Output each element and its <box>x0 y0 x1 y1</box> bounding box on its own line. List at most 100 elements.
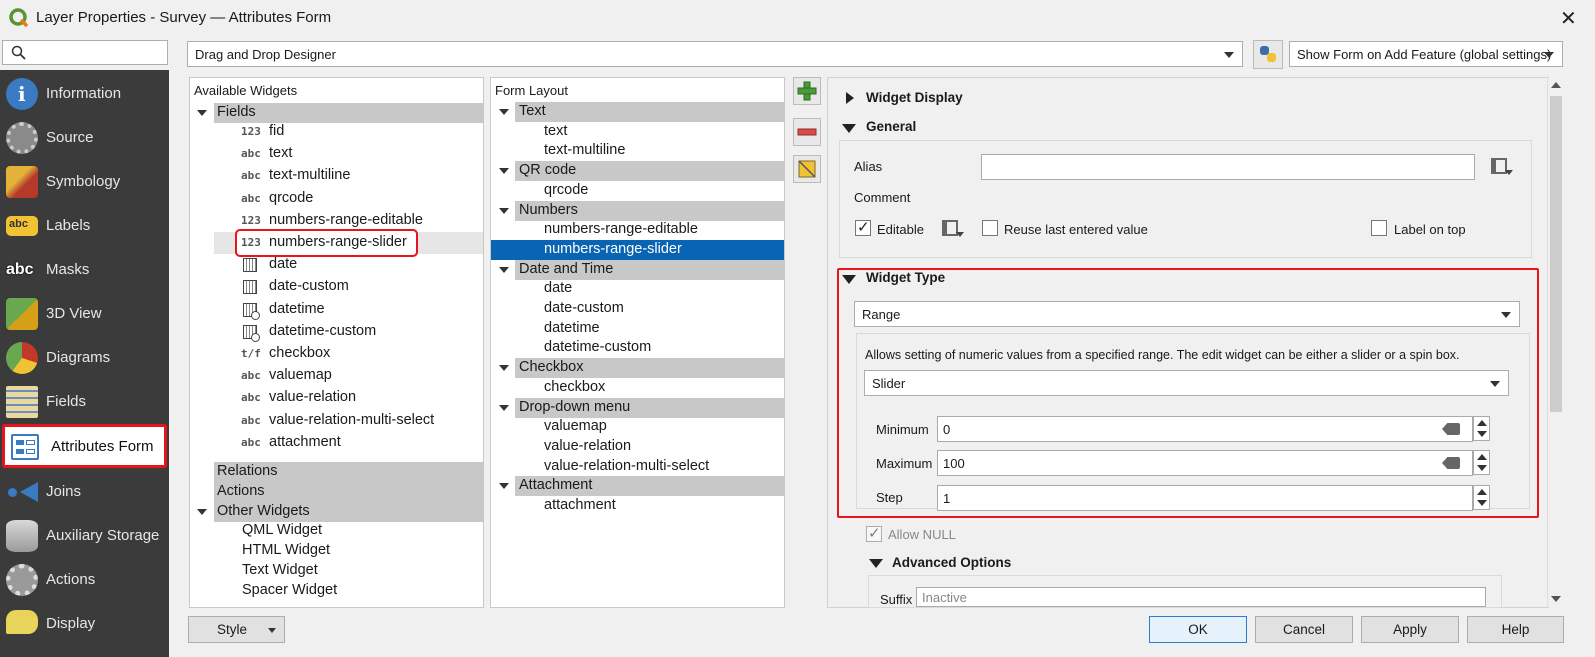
layout-field-item[interactable]: value-relation-multi-select <box>491 457 784 477</box>
remove-button[interactable] <box>793 118 821 146</box>
tree-item-field[interactable]: abc attachment <box>238 433 482 453</box>
step-spin-arrows[interactable] <box>1473 485 1490 510</box>
python-init-button[interactable] <box>1253 40 1283 69</box>
style-button[interactable]: Style <box>188 616 285 643</box>
tree-item-field[interactable]: date-custom <box>238 277 482 297</box>
tree-item-field[interactable]: t/f checkbox <box>238 344 482 364</box>
editable-data-defined-icon[interactable] <box>938 218 966 240</box>
expanded-icon[interactable] <box>869 559 883 568</box>
search-input[interactable] <box>2 40 168 65</box>
advanced-options-section[interactable]: Advanced Options <box>892 555 1011 570</box>
layout-field-item[interactable]: checkbox <box>491 378 784 398</box>
tree-item-field[interactable]: datetime-custom <box>238 322 482 342</box>
range-style-select[interactable]: Slider <box>864 370 1509 396</box>
sidebar-item-diagrams[interactable]: Diagrams <box>0 336 169 380</box>
layout-field-item[interactable]: text <box>491 122 784 142</box>
ok-button[interactable]: OK <box>1149 616 1247 643</box>
help-button[interactable]: Help <box>1467 616 1564 643</box>
step-input[interactable]: 1 <box>937 485 1473 511</box>
widget-type-section[interactable]: Widget Type <box>866 270 945 285</box>
layout-field-item[interactable]: qrcode <box>491 181 784 201</box>
expand-icon[interactable] <box>197 110 207 116</box>
tree-item-field[interactable]: 123 numbers-range-slider <box>214 229 483 257</box>
tree-item-html-widget[interactable]: HTML Widget <box>242 542 330 562</box>
expand-icon[interactable] <box>499 168 509 175</box>
expanded-icon[interactable] <box>842 275 856 284</box>
layout-field-item[interactable]: valuemap <box>491 417 784 437</box>
sidebar-item-3d-view[interactable]: 3D View <box>0 292 169 336</box>
tree-item-field[interactable]: abc value-relation <box>238 388 482 408</box>
data-defined-override-icon[interactable] <box>1487 156 1515 178</box>
collapsed-icon[interactable] <box>846 92 854 104</box>
expand-icon[interactable] <box>499 109 509 115</box>
layout-field-item[interactable]: text-multiline <box>491 141 784 161</box>
sidebar-item-auxiliary-storage[interactable]: Auxiliary Storage <box>0 514 169 558</box>
expand-icon[interactable] <box>499 404 509 411</box>
sidebar-item-joins[interactable]: Joins <box>0 470 169 514</box>
scrollbar[interactable] <box>1547 78 1564 606</box>
maximum-spin-arrows[interactable] <box>1473 450 1490 475</box>
alias-input[interactable] <box>981 154 1475 180</box>
minimum-spin-arrows[interactable] <box>1473 416 1490 441</box>
layout-container[interactable]: Drop-down menu <box>515 397 784 418</box>
add-container-button[interactable] <box>793 77 821 105</box>
tree-item-spacer-widget[interactable]: Spacer Widget <box>242 582 337 602</box>
layout-field-item[interactable]: date <box>491 279 784 299</box>
sidebar-item-actions[interactable]: Actions <box>0 558 169 602</box>
layout-field-item[interactable]: numbers-range-editable <box>491 220 784 240</box>
allow-null-checkbox[interactable] <box>866 524 882 542</box>
expand-icon[interactable] <box>499 365 509 372</box>
sidebar-item-masks[interactable]: abc Masks <box>0 248 169 292</box>
label-on-top-checkbox[interactable] <box>1371 220 1387 236</box>
expanded-icon[interactable] <box>842 124 856 133</box>
reuse-last-value-checkbox[interactable] <box>982 220 998 236</box>
layout-container[interactable]: Numbers <box>515 200 784 221</box>
editable-checkbox[interactable] <box>855 218 871 236</box>
show-form-select[interactable]: Show Form on Add Feature (global setting… <box>1289 41 1563 67</box>
maximum-input[interactable]: 100 <box>937 450 1473 476</box>
layout-container[interactable]: Attachment <box>515 476 784 497</box>
sidebar-item-attributes-form[interactable]: Attributes Form <box>2 424 167 468</box>
expand-icon[interactable] <box>499 483 509 490</box>
tree-item-text-widget[interactable]: Text Widget <box>242 562 318 582</box>
sidebar-item-symbology[interactable]: Symbology <box>0 160 169 204</box>
tree-item-field[interactable]: datetime <box>238 300 482 320</box>
expand-icon[interactable] <box>499 207 509 214</box>
layout-container[interactable]: Date and Time <box>515 259 784 280</box>
designer-mode-select[interactable]: Drag and Drop Designer <box>187 41 1243 67</box>
tree-item-field[interactable]: abc value-relation-multi-select <box>238 411 482 431</box>
layout-field-item[interactable]: datetime <box>491 319 784 339</box>
sidebar-item-labels[interactable]: abc Labels <box>0 204 169 248</box>
tree-group-actions[interactable]: Actions <box>214 482 483 502</box>
edit-button[interactable] <box>793 155 821 183</box>
general-section[interactable]: General <box>866 119 916 134</box>
tree-item-field[interactable]: 123 fid <box>238 122 482 142</box>
tree-item-field[interactable]: 123 numbers-range-editable <box>238 211 482 231</box>
layout-field-item[interactable]: value-relation <box>491 437 784 457</box>
apply-button[interactable]: Apply <box>1361 616 1459 643</box>
widget-type-select[interactable]: Range <box>854 301 1520 327</box>
cancel-button[interactable]: Cancel <box>1255 616 1353 643</box>
sidebar-item-source[interactable]: Source <box>0 116 169 160</box>
tree-group-other-widgets[interactable]: Other Widgets <box>214 502 483 522</box>
layout-container[interactable]: Checkbox <box>515 358 784 379</box>
minimum-input[interactable]: 0 <box>937 416 1473 442</box>
tree-item-field[interactable]: abc text-multiline <box>238 166 482 186</box>
tree-group-fields[interactable]: Fields <box>214 103 483 123</box>
layout-container[interactable]: QR code <box>515 161 784 182</box>
layout-container[interactable]: Text <box>515 102 784 122</box>
tree-item-field[interactable]: date <box>238 255 482 275</box>
suffix-input[interactable]: Inactive <box>916 587 1486 607</box>
sidebar-item-fields[interactable]: Fields <box>0 380 169 424</box>
close-icon[interactable]: ✕ <box>1560 6 1577 31</box>
layout-field-item[interactable]: datetime-custom <box>491 338 784 358</box>
expand-icon[interactable] <box>197 509 207 515</box>
layout-field-item[interactable]: date-custom <box>491 299 784 319</box>
expand-icon[interactable] <box>499 266 509 273</box>
tree-item-qml-widget[interactable]: QML Widget <box>242 522 322 542</box>
layout-field-item[interactable]: numbers-range-slider <box>491 239 784 260</box>
layout-field-item[interactable]: attachment <box>491 496 784 516</box>
sidebar-item-display[interactable]: Display <box>0 602 169 646</box>
tree-item-field[interactable]: abc text <box>238 144 482 164</box>
tree-item-field[interactable]: abc qrcode <box>238 189 482 209</box>
